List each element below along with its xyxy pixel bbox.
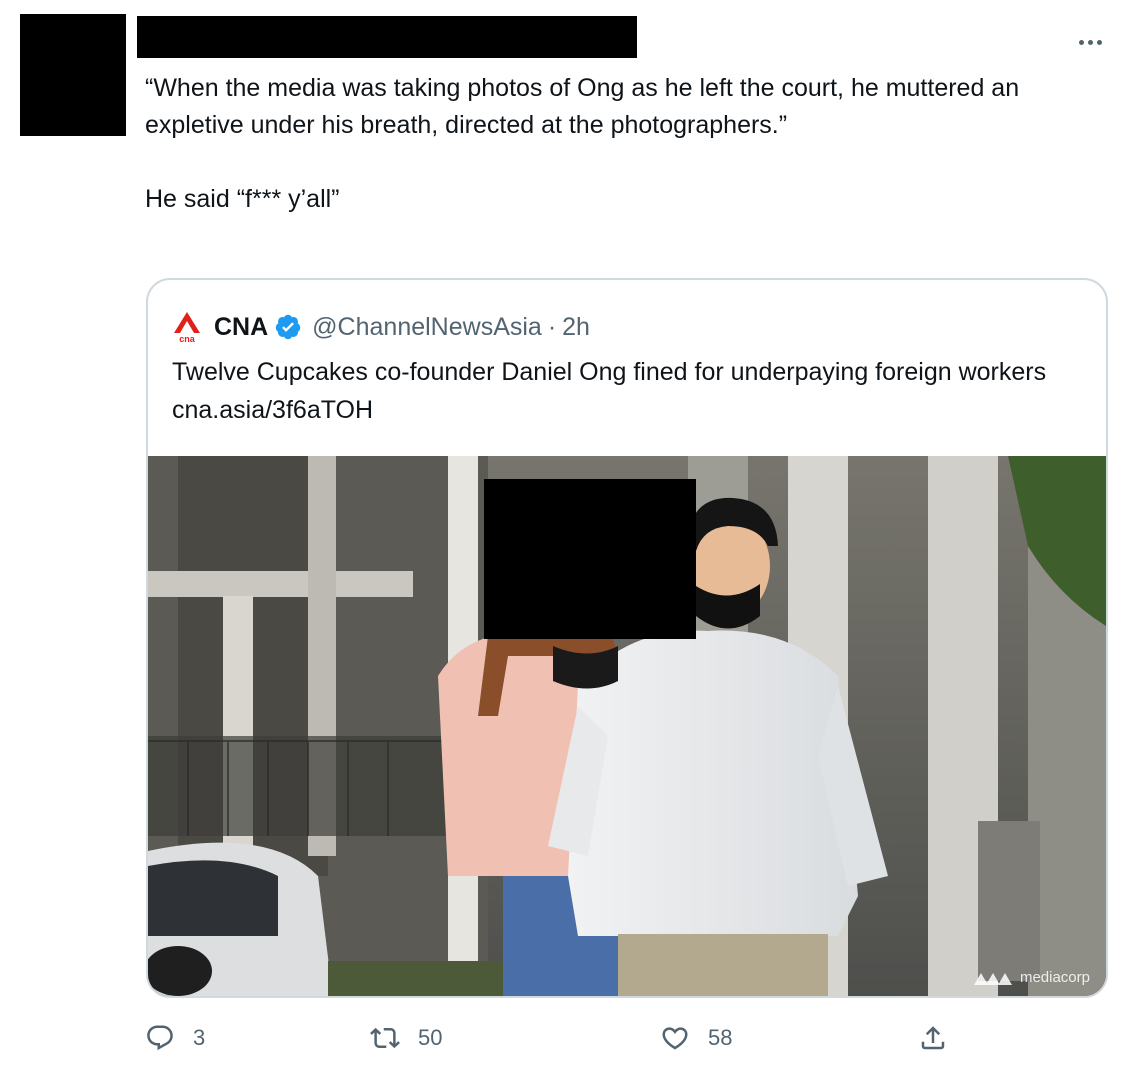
retweet-button[interactable]: 50 — [370, 1018, 442, 1058]
share-icon — [921, 1026, 945, 1050]
cna-logo-icon[interactable]: cna — [172, 311, 202, 344]
author-avatar-redacted[interactable] — [20, 14, 126, 136]
author-name-redacted[interactable] — [137, 16, 637, 58]
heart-icon — [662, 1027, 688, 1050]
separator-dot: · — [547, 312, 557, 341]
photo-watermark: mediacorp — [973, 969, 1090, 986]
verified-badge-icon — [275, 314, 301, 340]
reply-count: 3 — [193, 1025, 206, 1050]
quoted-tweet-card[interactable]: cna CNA @ChannelNewsAsia · 2h Twelve Cup… — [146, 278, 1108, 998]
tweet-actions-bar: 3 50 58 — [0, 1018, 1136, 1058]
tweet-text: “When the media was taking photos of Ong… — [145, 74, 1020, 213]
quoted-handle[interactable]: @ChannelNewsAsia — [312, 313, 542, 342]
share-button[interactable] — [918, 1018, 948, 1058]
more-options-button[interactable] — [1070, 30, 1110, 54]
face-redaction-box — [484, 479, 696, 639]
quoted-tweet-photo[interactable]: mediacorp — [148, 456, 1106, 996]
quoted-timestamp[interactable]: 2h — [562, 313, 590, 342]
like-button[interactable]: 58 — [660, 1018, 732, 1058]
quoted-tweet-header: cna CNA @ChannelNewsAsia · 2h — [172, 310, 590, 344]
quoted-tweet-text: Twelve Cupcakes co-founder Daniel Ong fi… — [172, 358, 1047, 424]
more-horizontal-icon — [1078, 39, 1084, 45]
svg-text:cna: cna — [179, 334, 196, 343]
retweet-count: 50 — [418, 1025, 443, 1050]
retweet-icon — [370, 1027, 400, 1049]
quoted-display-name[interactable]: CNA — [214, 313, 268, 342]
mediacorp-logo-icon — [973, 972, 1012, 985]
reply-button[interactable]: 3 — [145, 1018, 205, 1058]
like-count: 58 — [708, 1025, 733, 1050]
reply-icon — [147, 1025, 173, 1051]
